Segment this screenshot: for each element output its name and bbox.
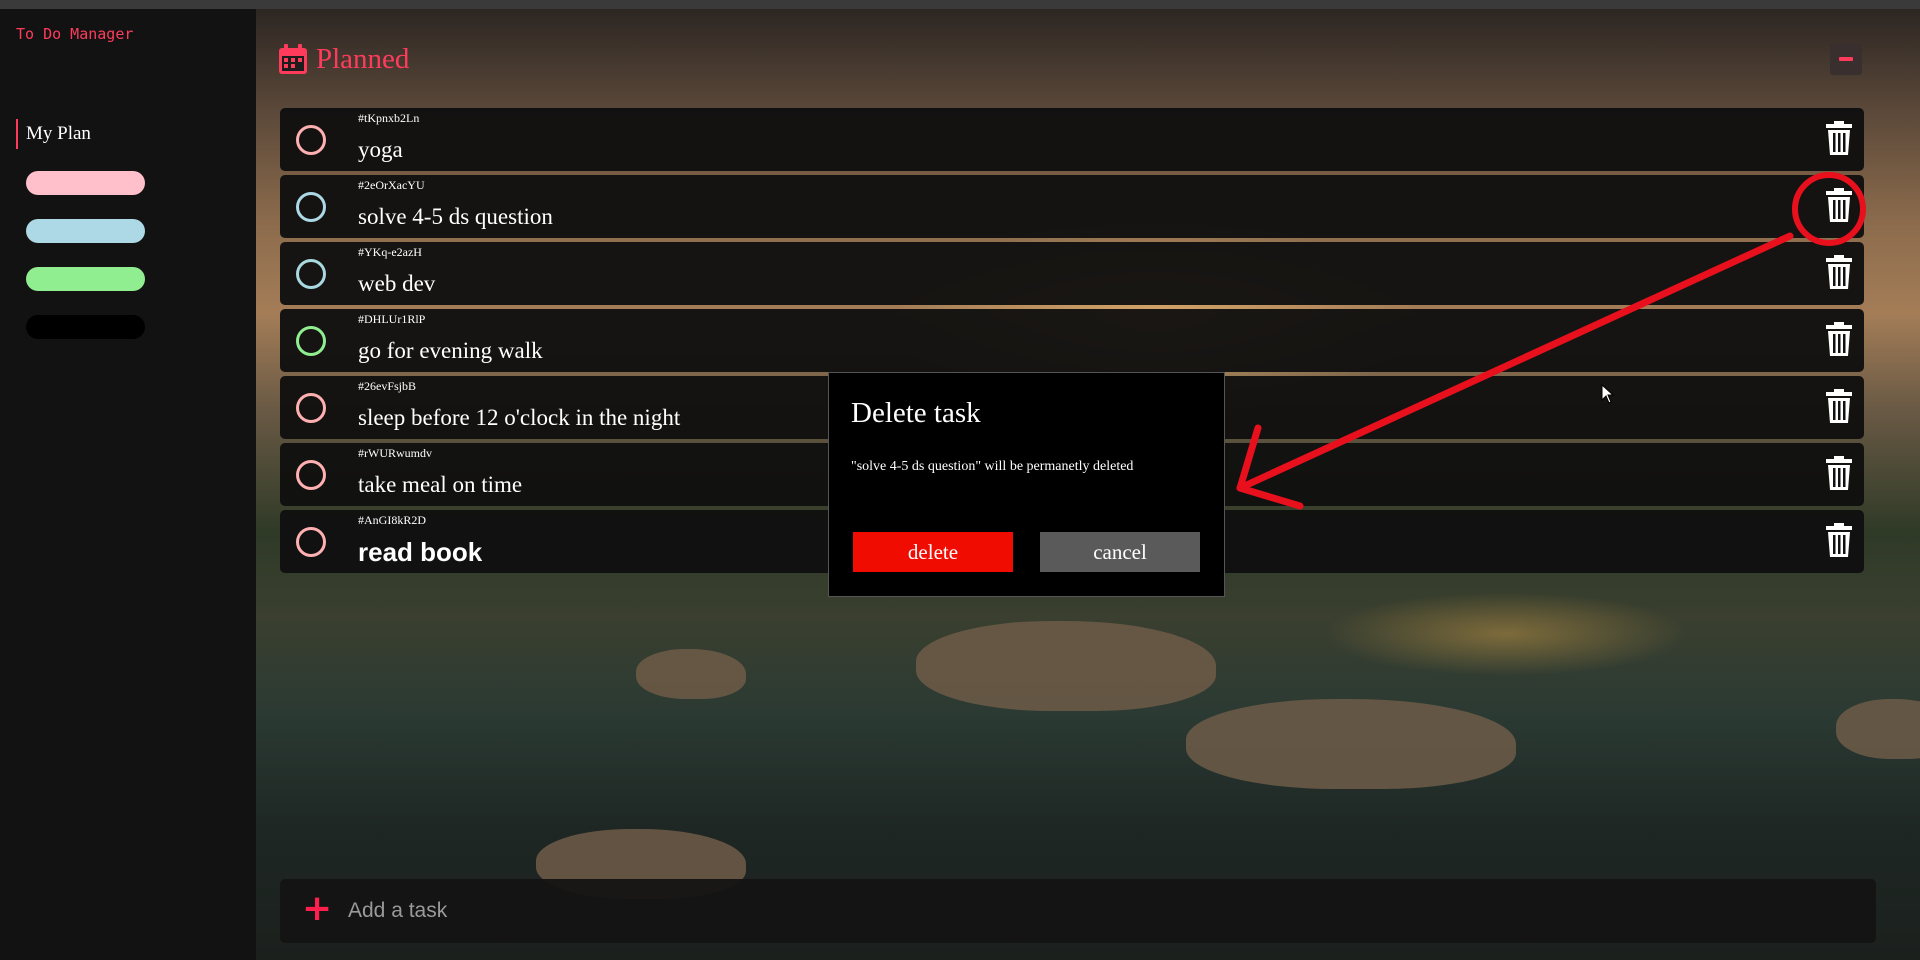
menu-button[interactable] (1830, 43, 1862, 75)
task-label: solve 4-5 ds question (358, 204, 553, 229)
menu-icon (1839, 57, 1853, 61)
task-complete-circle[interactable] (296, 460, 326, 490)
calendar-icon (279, 44, 307, 74)
cancel-button[interactable]: cancel (1040, 532, 1200, 572)
task-id: #tKpnxb2Ln (358, 111, 420, 125)
task-row[interactable]: #tKpnxb2Ln yoga (280, 108, 1864, 171)
task-id: #rWURwumdv (358, 446, 432, 460)
page-title: Planned (316, 42, 410, 75)
task-complete-circle[interactable] (296, 125, 326, 155)
task-label: web dev (358, 271, 436, 296)
annotation-circle (1792, 172, 1866, 246)
app-title: To Do Manager (16, 25, 134, 43)
color-filter-black[interactable] (26, 315, 145, 339)
task-label: yoga (358, 137, 403, 162)
task-complete-circle[interactable] (296, 259, 326, 289)
task-id: #2eOrXacYU (358, 178, 425, 192)
background-rock (636, 649, 746, 699)
window-top-bar (0, 0, 1920, 9)
add-task-input[interactable] (348, 893, 1248, 929)
task-complete-circle[interactable] (296, 192, 326, 222)
task-id: #YKq-e2azH (358, 245, 422, 259)
dialog-title: Delete task (851, 397, 981, 429)
task-label: go for evening walk (358, 338, 543, 363)
trash-icon[interactable] (1824, 255, 1854, 289)
color-filter-blue[interactable] (26, 219, 145, 243)
delete-button[interactable]: delete (853, 532, 1013, 572)
task-row[interactable]: #YKq-e2azH web dev (280, 242, 1864, 305)
color-filter-green[interactable] (26, 267, 145, 291)
task-label: read book (358, 537, 483, 567)
dialog-message: "solve 4-5 ds question" will be permanet… (851, 459, 1134, 474)
background-rock (1836, 699, 1920, 759)
mouse-cursor-icon (1601, 384, 1615, 404)
sidebar-item-my-plan[interactable]: My Plan (16, 119, 91, 149)
trash-icon[interactable] (1824, 456, 1854, 490)
task-complete-circle[interactable] (296, 326, 326, 356)
sidebar: To Do Manager My Plan (0, 9, 256, 960)
task-row[interactable]: #2eOrXacYU solve 4-5 ds question (280, 175, 1864, 238)
task-complete-circle[interactable] (296, 393, 326, 423)
trash-icon[interactable] (1824, 121, 1854, 155)
task-row[interactable]: #DHLUr1RlP go for evening walk (280, 309, 1864, 372)
page-header: Planned (278, 39, 409, 79)
task-id: #26evFsjbB (358, 379, 417, 393)
color-filter-pink[interactable] (26, 171, 145, 195)
trash-icon[interactable] (1824, 389, 1854, 423)
task-label: sleep before 12 o'clock in the night (358, 405, 681, 430)
background-rock (916, 621, 1216, 711)
add-task-bar: + (280, 879, 1876, 943)
task-label: take meal on time (358, 472, 523, 497)
task-complete-circle[interactable] (296, 527, 326, 557)
delete-dialog: Delete task "solve 4-5 ds question" will… (828, 372, 1225, 597)
task-id: #DHLUr1RlP (358, 312, 426, 326)
background-rock (1186, 699, 1516, 789)
trash-icon[interactable] (1824, 322, 1854, 356)
plus-icon[interactable]: + (302, 889, 332, 929)
trash-icon[interactable] (1824, 523, 1854, 557)
task-id: #AnGI8kR2D (358, 513, 426, 527)
